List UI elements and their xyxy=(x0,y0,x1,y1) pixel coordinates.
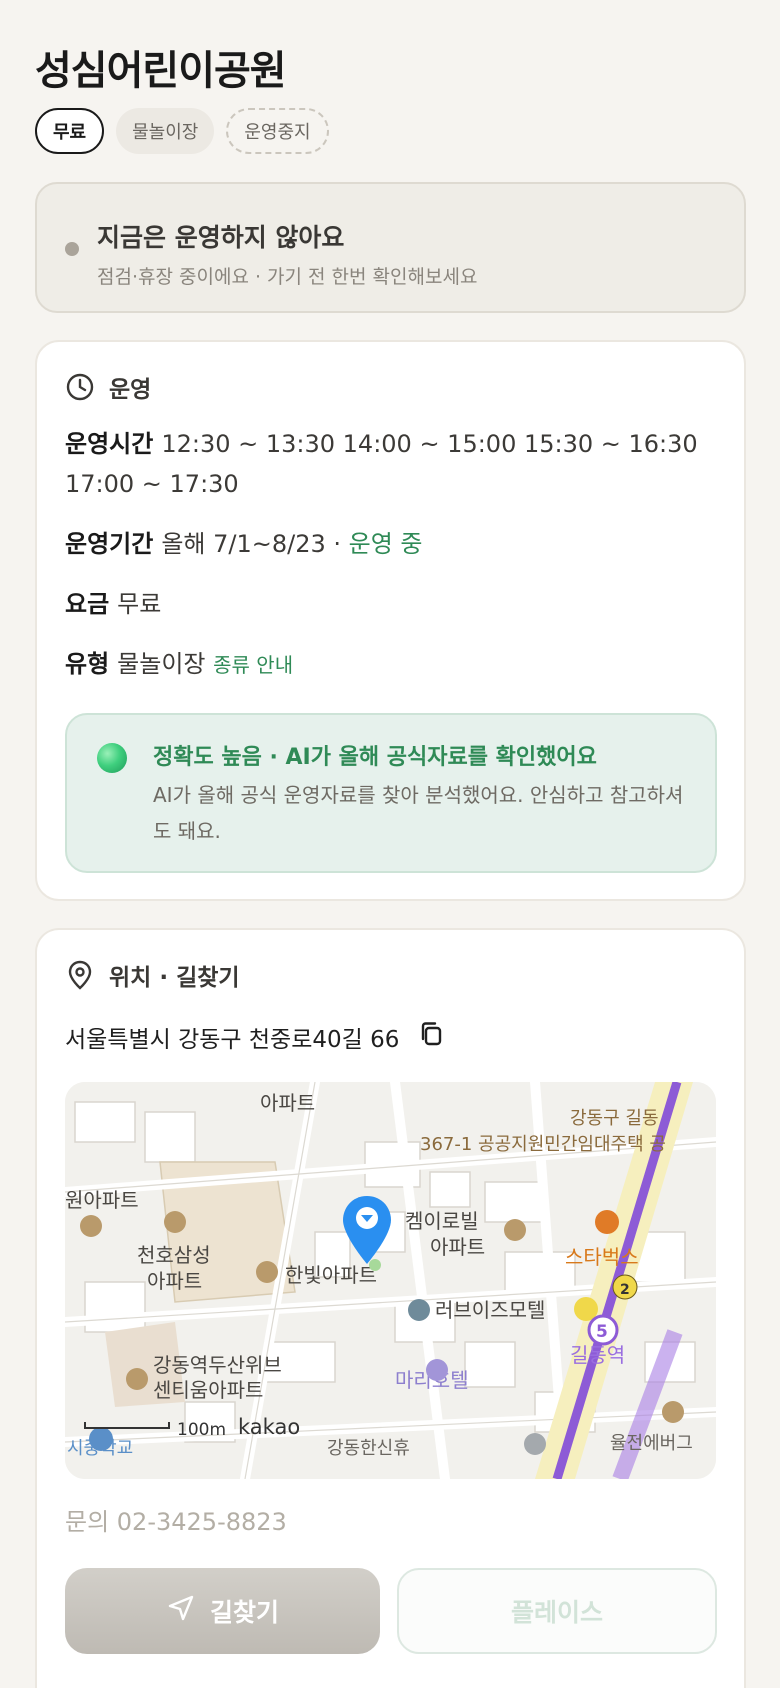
location-card: 위치 · 길찾기 서울특별시 강동구 천중로40길 66 아파트 강동구 길동 … xyxy=(35,928,746,1688)
place-button-label: 플레이스 xyxy=(510,1598,603,1627)
place-button[interactable]: 플레이스 xyxy=(397,1568,717,1654)
notice-subtitle: 점검·휴장 중이에요 · 가기 전 한번 확인해보세요 xyxy=(97,266,478,288)
directions-button-label: 길찾기 xyxy=(209,1598,279,1627)
map-label-loveis: 러브이즈모텔 xyxy=(435,1298,545,1322)
subway-exit-badge: 2 xyxy=(620,1282,630,1298)
map-label-kemiro2: 아파트 xyxy=(430,1235,485,1259)
notice-title: 지금은 운영하지 않아요 xyxy=(97,223,345,252)
map-label-dusan2: 센티움아파트 xyxy=(153,1378,263,1402)
ai-accuracy-box: 정확도 높음 · AI가 올해 공식자료를 확인했어요 AI가 올해 공식 운영… xyxy=(65,713,717,873)
period-value: 올해 7/1~8/23 · xyxy=(161,530,349,558)
period-key: 운영기간 xyxy=(65,530,154,558)
address-text: 서울특별시 강동구 천중로40길 66 xyxy=(65,1027,400,1053)
address: 서울특별시 강동구 천중로40길 66 xyxy=(65,1020,445,1054)
page-title: 성심어린이공원 xyxy=(35,48,287,94)
operation-section-label: 운영 xyxy=(109,377,152,403)
status-dot-icon xyxy=(65,242,79,256)
hours-row: 운영시간 12:30 ~ 13:30 14:00 ~ 15:00 15:30 ~ … xyxy=(65,424,705,504)
map-label-hanbit: 한빛아파트 xyxy=(285,1263,377,1287)
type-key: 유형 xyxy=(65,650,110,678)
map-label-bottom-right: 율전에버그 xyxy=(610,1433,693,1454)
page: 성심어린이공원 무료 물놀이장 운영중지 지금은 운영하지 않아요 점검·휴장 … xyxy=(0,0,780,1688)
type-info-link[interactable]: 종류 안내 xyxy=(213,653,293,677)
clock-icon xyxy=(65,372,95,402)
period-status: 운영 중 xyxy=(348,530,423,558)
chip-row: 무료 물놀이장 운영중지 xyxy=(35,108,329,154)
location-section-label: 위치 · 길찾기 xyxy=(109,965,240,991)
ai-title: 정확도 높음 · AI가 올해 공식자료를 확인했어요 xyxy=(153,745,597,770)
fee-value: 무료 xyxy=(117,590,162,618)
operation-card: 운영 운영시간 12:30 ~ 13:30 14:00 ~ 15:00 15:30… xyxy=(35,340,746,901)
location-header: 위치 · 길찾기 xyxy=(65,958,240,992)
navigation-arrow-icon xyxy=(166,1593,196,1629)
copy-icon[interactable] xyxy=(417,1020,445,1054)
map-label-won-apt: 원아파트 xyxy=(65,1188,139,1212)
map-label-housing1: 강동구 길동 xyxy=(570,1108,659,1129)
directions-button[interactable]: 길찾기 xyxy=(65,1568,380,1654)
map-label-bottom-center: 강동한신휴 xyxy=(327,1438,410,1459)
closed-notice: 지금은 운영하지 않아요 점검·휴장 중이에요 · 가기 전 한번 확인해보세요 xyxy=(35,182,746,313)
operation-header: 운영 xyxy=(65,370,151,404)
kakao-logo: kakao xyxy=(238,1415,300,1439)
chip-type[interactable]: 물놀이장 xyxy=(116,108,215,154)
map-view[interactable]: 아파트 강동구 길동 367-1 공공지원민간임대주택 공 원아파트 천호삼성 … xyxy=(65,1082,716,1479)
hours-key: 운영시간 xyxy=(65,430,154,458)
period-row: 운영기간 올해 7/1~8/23 · 운영 중 xyxy=(65,524,705,564)
location-pin-icon xyxy=(65,959,95,991)
map-label-cheonho2: 아파트 xyxy=(147,1269,202,1293)
fee-key: 요금 xyxy=(65,590,110,618)
ai-orb-icon xyxy=(97,743,127,773)
map-label-starbucks: 스타벅스 xyxy=(565,1245,639,1269)
map-label-kemiro1: 켐이로빌 xyxy=(405,1209,479,1233)
hours-value: 12:30 ~ 13:30 14:00 ~ 15:00 15:30 ~ 16:3… xyxy=(65,430,698,498)
type-value: 물놀이장 xyxy=(117,650,206,678)
map-label-gildong-station: 길동역 xyxy=(570,1343,625,1367)
subway-line-badge: 5 xyxy=(596,1322,608,1342)
map-scale-label: 100m xyxy=(177,1420,226,1440)
ai-text: AI가 올해 공식 운영자료를 찾아 분석했어요. 안심하고 참고하셔도 돼요. xyxy=(153,783,684,843)
chip-status[interactable]: 운영중지 xyxy=(226,108,329,154)
fee-row: 요금 무료 xyxy=(65,584,705,624)
map-label-housing2: 367-1 공공지원민간임대주택 공 xyxy=(420,1134,666,1155)
type-row: 유형 물놀이장 종류 안내 xyxy=(65,644,705,685)
chip-free[interactable]: 무료 xyxy=(35,108,105,154)
map-label-dusan1: 강동역두산위브 xyxy=(153,1353,282,1377)
map-label-top-apt: 아파트 xyxy=(260,1091,315,1115)
map-label-cheonho1: 천호삼성 xyxy=(137,1243,211,1267)
contact-phone[interactable]: 문의 02-3425-8823 xyxy=(65,1502,287,1537)
